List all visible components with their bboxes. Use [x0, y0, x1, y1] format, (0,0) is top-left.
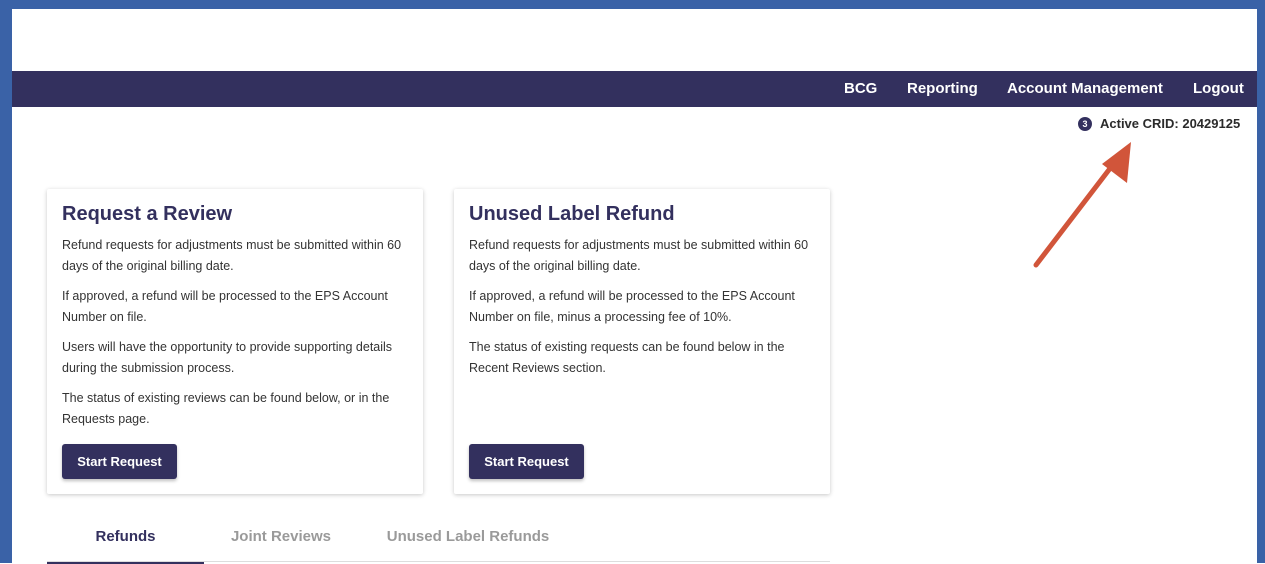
card-description: Refund requests for adjustments must be … — [469, 235, 817, 388]
nav-bcg[interactable]: BCG — [844, 71, 877, 107]
card-paragraph: If approved, a refund will be processed … — [62, 289, 388, 324]
active-crid-label: Active CRID: 20429125 — [1100, 116, 1241, 131]
start-request-button[interactable]: Start Request — [469, 444, 584, 479]
card-paragraph: The status of existing requests can be f… — [469, 340, 785, 375]
active-crid-indicator[interactable]: 3 Active CRID: 20429125 — [1078, 116, 1240, 131]
start-request-button[interactable]: Start Request — [62, 444, 177, 479]
card-paragraph: The status of existing reviews can be fo… — [62, 391, 390, 426]
card-paragraph: If approved, a refund will be processed … — [469, 289, 795, 324]
card-description: Refund requests for adjustments must be … — [62, 235, 410, 439]
nav-account-management[interactable]: Account Management — [1007, 71, 1163, 107]
nav-reporting[interactable]: Reporting — [907, 71, 978, 107]
tab-unused-label-refunds[interactable]: Unused Label Refunds — [358, 522, 578, 562]
tab-refunds[interactable]: Refunds — [47, 522, 204, 564]
card-paragraph: Users will have the opportunity to provi… — [62, 340, 393, 375]
card-title: Request a Review — [62, 203, 233, 225]
unused-label-refund-card: Unused Label Refund Refund requests for … — [454, 189, 830, 494]
card-title: Unused Label Refund — [469, 203, 675, 225]
tab-joint-reviews[interactable]: Joint Reviews — [204, 522, 358, 562]
card-paragraph: Refund requests for adjustments must be … — [469, 238, 809, 273]
annotation-arrow-icon — [1033, 142, 1131, 268]
top-navbar: BCG Reporting Account Management Logout — [12, 71, 1257, 107]
card-paragraph: Refund requests for adjustments must be … — [62, 238, 402, 273]
request-review-card: Request a Review Refund requests for adj… — [47, 189, 423, 494]
tab-divider — [47, 561, 830, 562]
nav-logout[interactable]: Logout — [1193, 71, 1244, 107]
crid-count-badge: 3 — [1078, 116, 1092, 131]
